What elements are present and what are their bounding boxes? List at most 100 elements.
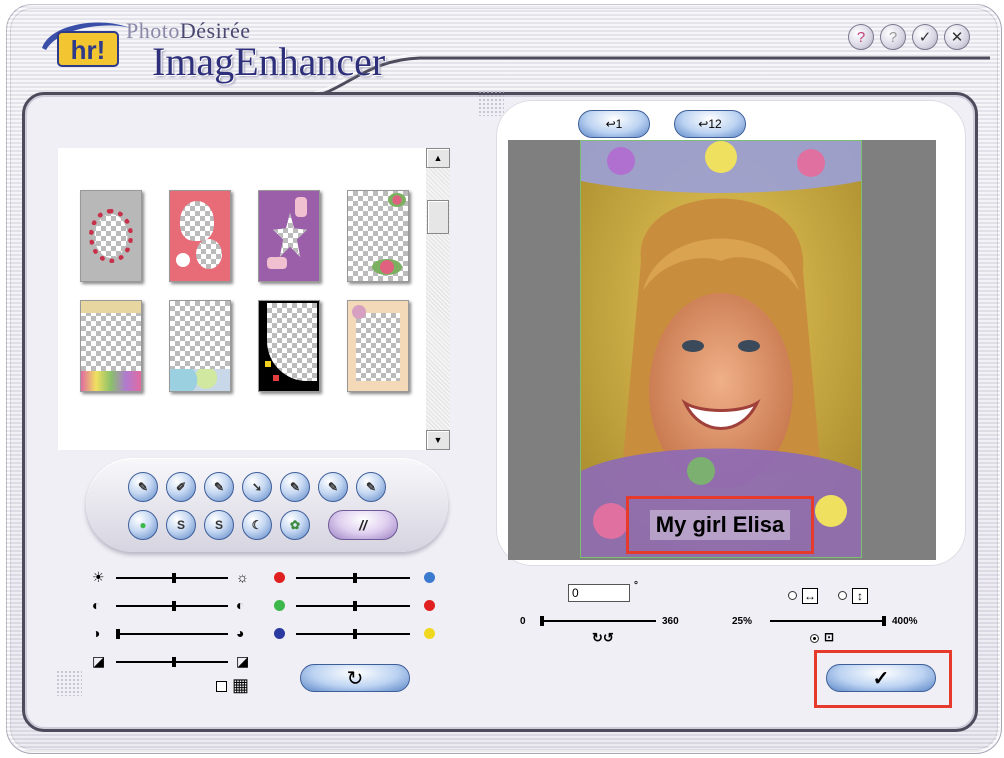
rotation-slider[interactable] (540, 616, 656, 626)
close-icon: ✕ (950, 29, 964, 46)
thumbnail-frame-bottom-flowers[interactable] (80, 300, 142, 392)
reset-button[interactable]: ↻ (300, 664, 410, 692)
stamp-s-icon: S (176, 518, 185, 532)
gamma-low-icon: ◪ (92, 653, 106, 669)
gamma-high-icon: ◪ (236, 653, 250, 669)
zoom-knob[interactable] (882, 616, 886, 626)
grid-checkbox[interactable] (216, 681, 227, 692)
crayon-icon: ✎ (365, 480, 377, 494)
thumbnail-frame-black-stars[interactable] (258, 300, 320, 392)
hr-logo-icon: hr! (42, 22, 130, 67)
help-menu-button[interactable]: ? (848, 24, 874, 50)
brush-tool-button[interactable]: ✐ (166, 472, 196, 502)
rotate-icon: ↻↺ (592, 630, 614, 645)
scroll-down-button[interactable]: ▼ (426, 430, 450, 450)
help-button[interactable]: ? (880, 24, 906, 50)
caption-highlight[interactable]: My girl Elisa (626, 496, 814, 554)
pen-tool-button[interactable]: ✎ (128, 472, 158, 502)
blue-yellow-knob[interactable] (353, 629, 357, 639)
scroll-thumb[interactable] (427, 200, 449, 234)
fit-width-radio[interactable] (788, 591, 797, 600)
contrast-low-icon: ◐ (92, 597, 101, 613)
fit-page-radio[interactable] (810, 634, 819, 643)
highlighter-tool-button[interactable]: ✎ (280, 472, 310, 502)
single-page-button[interactable]: ↩1 (578, 110, 650, 138)
thumbnail-frame-pink-hearts[interactable] (169, 190, 231, 282)
saturation-high-icon: ◕ (236, 625, 245, 641)
moon-tool-button[interactable]: ☾ (242, 510, 272, 540)
rotation-max-label: 360 (662, 616, 679, 627)
pencil-tool-button[interactable]: ✎ (204, 472, 234, 502)
arrow-down-icon: ▼ (433, 435, 443, 445)
check-icon: ✓ (918, 29, 932, 46)
multi-page-icon: ↩12 (698, 117, 722, 131)
highlighter-icon: ✎ (289, 480, 301, 494)
grid-icon: ▦ (232, 675, 250, 695)
green-red-balance-slider[interactable] (296, 601, 410, 611)
pen-icon: ✎ (137, 480, 149, 494)
smudge-tool-button[interactable]: ➘ (242, 472, 272, 502)
red2-dot-icon (424, 600, 435, 611)
question-icon: ? (888, 28, 898, 46)
fit-height-radio[interactable] (838, 591, 847, 600)
degree-sign: ° (634, 580, 638, 591)
close-window-button[interactable]: ✕ (944, 24, 970, 50)
yellow-dot-icon (424, 628, 435, 639)
red-blue-knob[interactable] (353, 573, 357, 583)
thumbnail-frame-peach-border[interactable] (347, 300, 409, 392)
stamp-s-button[interactable]: S (166, 510, 196, 540)
fit-width-button[interactable]: ↔ (802, 588, 818, 604)
red-blue-balance-slider[interactable] (296, 573, 410, 583)
thumbnail-frame-roses-oval[interactable] (80, 190, 142, 282)
thumbnail-frame-bottom-bubbles[interactable] (169, 300, 231, 392)
photo-image (581, 141, 861, 557)
single-page-icon: ↩1 (605, 117, 623, 131)
gallery-scrollbar[interactable]: ▲ ▼ (426, 148, 450, 450)
multi-page-button[interactable]: ↩12 (674, 110, 746, 138)
rotation-angle-input[interactable]: 0 (568, 584, 630, 602)
contrast-slider[interactable] (116, 601, 228, 611)
contrast-knob[interactable] (172, 601, 176, 611)
help-cursor-icon: ? (856, 28, 866, 46)
fit-width-icon: ↔ (804, 589, 816, 603)
arrow-up-icon: ▲ (433, 153, 443, 163)
saturation-low-icon: ◑ (92, 625, 101, 641)
gamma-slider[interactable] (116, 657, 228, 667)
color-picker-button[interactable]: ● (128, 510, 158, 540)
fit-page-icon: ⊡ (824, 630, 835, 644)
green-red-knob[interactable] (353, 601, 357, 611)
zoom-max-label: 400% (892, 616, 918, 627)
brightness-slider[interactable] (116, 573, 228, 583)
brush-icon: ✐ (175, 480, 187, 494)
gamma-knob[interactable] (172, 657, 176, 667)
stamp-s-bold-icon: S (214, 518, 223, 532)
color-dot-icon: ● (139, 518, 147, 532)
marker-tool-button[interactable]: ✎ (318, 472, 348, 502)
navy-dot-icon (274, 628, 285, 639)
logo-text: hr! (71, 35, 106, 65)
brightness-low-icon: ☀ (92, 569, 105, 585)
smudge-icon: ➘ (251, 480, 263, 494)
blue-dot-icon (424, 572, 435, 583)
saturation-knob[interactable] (116, 629, 120, 639)
blue-yellow-balance-slider[interactable] (296, 629, 410, 639)
fit-height-button[interactable]: ↕ (852, 588, 868, 604)
dot-grip-bottom (56, 670, 82, 696)
crayon-tool-button[interactable]: ✎ (356, 472, 386, 502)
rotation-knob[interactable] (540, 616, 544, 626)
brightness-knob[interactable] (172, 573, 176, 583)
contrast-high-icon: ◐ (236, 597, 245, 613)
flower-stamp-button[interactable]: ✿ (280, 510, 310, 540)
confirm-window-button[interactable]: ✓ (912, 24, 938, 50)
eraser-tool-button[interactable]: // (328, 510, 398, 540)
reset-icon: ↻ (346, 667, 364, 690)
zoom-slider[interactable] (770, 616, 886, 626)
saturation-slider[interactable] (116, 629, 228, 639)
rotation-min-label: 0 (520, 616, 526, 627)
stamp-s-bold-button[interactable]: S (204, 510, 234, 540)
flower-icon: ✿ (289, 518, 301, 532)
thumbnail-frame-corner-flowers[interactable] (347, 190, 409, 282)
eraser-icon: // (359, 517, 367, 533)
thumbnail-frame-purple-fairy[interactable] (258, 190, 320, 282)
scroll-up-button[interactable]: ▲ (426, 148, 450, 168)
